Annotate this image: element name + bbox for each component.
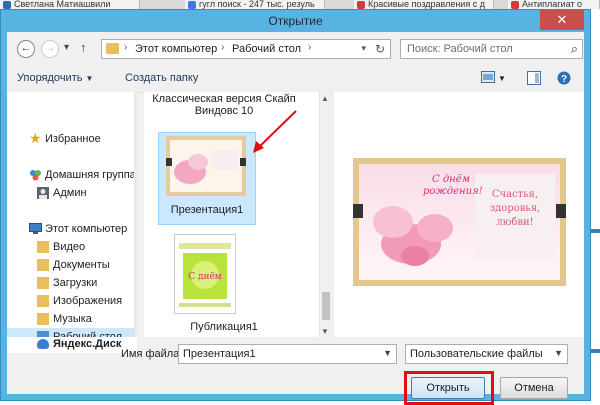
background-page-edge: [591, 9, 600, 401]
breadcrumb-separator-icon[interactable]: ›: [124, 42, 127, 53]
sidebar-item-desktop[interactable]: Рабочий стол: [7, 328, 134, 337]
search-placeholder: Поиск: Рабочий стол: [407, 43, 513, 55]
preview-card-wishes: Счастья, здоровья, любви!: [489, 189, 541, 228]
scroll-down-icon[interactable]: ▼: [321, 327, 329, 336]
star-icon: ★: [29, 130, 42, 146]
sidebar-item-documents[interactable]: Документы: [7, 256, 134, 274]
downloads-folder-icon: [37, 277, 49, 289]
filename-label: Имя файла:: [121, 348, 183, 360]
sidebar-item-video[interactable]: Видео: [7, 238, 134, 256]
google-icon: [188, 1, 196, 9]
sidebar-item-admin[interactable]: Админ: [7, 184, 134, 202]
navigation-bar: ← → ▾ ↑ › Этот компьютер › Рабочий стол …: [7, 32, 584, 66]
file-label: Публикация1: [190, 321, 258, 333]
publication-thumbnail: С днём: [175, 235, 235, 313]
breadcrumb-separator-icon[interactable]: ›: [221, 42, 224, 53]
svg-text:С днём: С днём: [188, 272, 222, 282]
navigation-pane: ★ Избранное Домашняя группа Админ Этот к…: [7, 92, 137, 337]
preview-card-greeting: С днём рождения!: [423, 174, 483, 197]
file-label: Презентация1: [170, 204, 244, 216]
view-options-icon[interactable]: [481, 71, 495, 86]
scroll-up-icon[interactable]: ▲: [321, 94, 329, 103]
file-type-value: Пользовательские файлы: [410, 348, 543, 360]
view-dropdown-icon[interactable]: ▼: [498, 74, 506, 83]
yandex-disk-icon: [37, 339, 49, 349]
file-list-scrollbar[interactable]: ▲ ▼: [319, 92, 331, 337]
annotation-arrow: [253, 110, 297, 153]
address-bar[interactable]: › Этот компьютер › Рабочий стол › ▾ ↻: [101, 39, 391, 59]
help-icon[interactable]: ?: [557, 71, 571, 88]
open-button[interactable]: Открыть: [411, 377, 485, 399]
dialog-title-bar[interactable]: Открытие ✕: [1, 10, 590, 32]
forward-button[interactable]: →: [41, 40, 59, 58]
sidebar-item-homegroup[interactable]: Домашняя группа: [7, 166, 134, 184]
documents-folder-icon: [37, 259, 49, 271]
filename-input[interactable]: Презентация1 ▼: [178, 344, 397, 364]
video-folder-icon: [37, 241, 49, 253]
preview-pane: С днём рождения! Счастья, здоровья, любв…: [334, 92, 584, 337]
vk-icon: [3, 1, 11, 9]
chevron-down-icon: ▼: [85, 74, 94, 83]
file-type-select[interactable]: Пользовательские файлы ▼: [405, 344, 568, 364]
recent-locations-chevron-icon[interactable]: ▾: [64, 42, 69, 53]
sidebar-item-pictures[interactable]: Изображения: [7, 292, 134, 310]
search-box[interactable]: Поиск: Рабочий стол ⌕: [400, 39, 583, 59]
breadcrumb-separator-icon[interactable]: ›: [308, 42, 311, 53]
organize-button[interactable]: Упорядочить ▼: [17, 72, 93, 84]
back-button[interactable]: ←: [17, 40, 35, 58]
open-file-dialog: Открытие ✕ ← → ▾ ↑ › Этот компьютер › Ра…: [0, 9, 591, 405]
breadcrumb-this-pc[interactable]: Этот компьютер: [135, 43, 217, 55]
presentation-thumbnail: [166, 136, 246, 196]
background-strip: [591, 349, 600, 353]
navigation-pane-scrollbar[interactable]: [134, 92, 137, 337]
breadcrumb-desktop[interactable]: Рабочий стол: [232, 43, 301, 55]
filename-value: Презентация1: [183, 348, 256, 360]
command-toolbar: Упорядочить ▼ Создать папку ▼ ?: [7, 66, 584, 93]
pictures-folder-icon: [37, 295, 49, 307]
refresh-icon[interactable]: ↻: [375, 42, 385, 56]
chevron-down-icon[interactable]: ▼: [554, 348, 563, 358]
user-icon: [37, 187, 49, 199]
file-item-publication1[interactable]: С днём: [174, 234, 236, 314]
sidebar-item-yandex-disk-row[interactable]: Яндекс.Диск: [7, 337, 137, 353]
address-dropdown-icon[interactable]: ▾: [361, 43, 366, 54]
cancel-button[interactable]: Отмена: [500, 377, 568, 399]
search-icon[interactable]: ⌕: [571, 41, 578, 57]
homegroup-icon: [29, 169, 41, 181]
computer-icon: [29, 223, 42, 235]
sidebar-item-music[interactable]: Музыка: [7, 310, 134, 328]
chevron-down-icon[interactable]: ▼: [383, 348, 392, 358]
folder-icon: [106, 43, 119, 54]
site-icon: [511, 1, 519, 9]
dialog-title: Открытие: [268, 14, 323, 28]
dialog-bottom-bar: Яндекс.Диск Имя файла: Презентация1 ▼ По…: [7, 337, 584, 405]
sidebar-item-downloads[interactable]: Загрузки: [7, 274, 134, 292]
svg-text:?: ?: [561, 74, 567, 85]
background-strip: [591, 229, 600, 233]
preview-pane-icon[interactable]: [527, 71, 541, 88]
presentation-preview: С днём рождения! Счастья, здоровья, любв…: [353, 158, 566, 286]
scrollbar-thumb[interactable]: [322, 292, 330, 320]
close-button[interactable]: ✕: [540, 10, 584, 30]
sidebar-item-favorites[interactable]: ★ Избранное: [7, 130, 134, 148]
new-folder-button[interactable]: Создать папку: [125, 72, 198, 84]
up-arrow-icon[interactable]: ↑: [80, 40, 87, 55]
sidebar-item-this-pc[interactable]: Этот компьютер: [7, 220, 134, 238]
music-folder-icon: [37, 313, 49, 325]
site-icon: [357, 1, 365, 9]
dialog-client-area: ← → ▾ ↑ › Этот компьютер › Рабочий стол …: [7, 32, 584, 405]
